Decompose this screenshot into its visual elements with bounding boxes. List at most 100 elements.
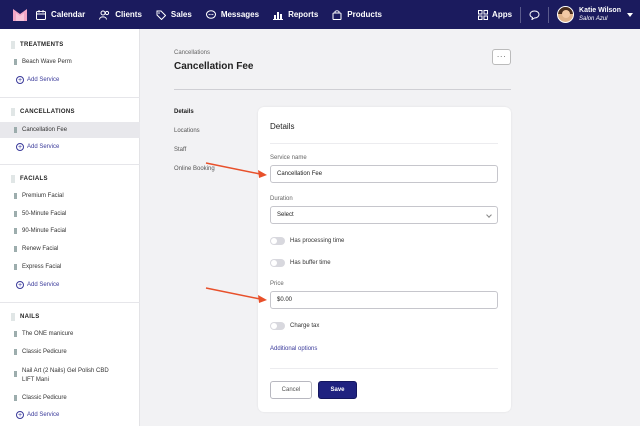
nav-calendar[interactable]: Calendar — [36, 9, 85, 20]
service-item[interactable]: Classic Pedicure — [14, 395, 67, 401]
nav-products[interactable]: Products — [332, 9, 382, 20]
category-cancellations[interactable]: CANCELLATIONS — [11, 108, 75, 116]
service-name-label: Service name — [270, 155, 307, 161]
drag-handle-icon[interactable] — [14, 246, 17, 252]
chat-icon[interactable] — [529, 9, 540, 20]
buffer-time-toggle[interactable] — [270, 259, 285, 267]
add-service-button[interactable]: + Add Service — [16, 411, 59, 419]
duration-select[interactable]: Select — [270, 206, 498, 224]
apps-button[interactable]: Apps — [478, 9, 513, 20]
drag-handle-icon[interactable] — [11, 41, 15, 49]
service-item[interactable]: 50-Minute Facial — [14, 211, 66, 217]
nav-divider — [520, 6, 522, 23]
more-options-button[interactable]: ··· — [492, 49, 511, 65]
details-card: Details Service name Cancellation Fee Du… — [258, 107, 511, 412]
service-name-input[interactable]: Cancellation Fee — [270, 165, 498, 183]
add-service-button[interactable]: + Add Service — [16, 76, 59, 84]
drag-handle-icon[interactable] — [14, 127, 17, 133]
service-item[interactable]: The ONE manicure — [14, 331, 73, 337]
divider — [0, 164, 140, 165]
processing-time-toggle[interactable] — [270, 237, 285, 245]
price-value: $0.00 — [277, 297, 293, 303]
service-label-line1: Nail Art (2 Nails) Gel Polish CBD — [22, 368, 109, 374]
charge-tax-toggle[interactable] — [270, 322, 285, 330]
drag-handle-icon[interactable] — [14, 349, 17, 355]
service-label: 50-Minute Facial — [22, 211, 67, 217]
calendar-icon — [36, 9, 46, 20]
avatar[interactable] — [557, 6, 575, 23]
add-service-button[interactable]: + Add Service — [16, 143, 59, 151]
duration-label: Duration — [270, 196, 293, 202]
grid-icon — [478, 9, 489, 20]
service-label: Nail Art (2 Nails) Gel Polish CBD LIFT Ma… — [22, 367, 109, 385]
subnav-details[interactable]: Details — [174, 109, 194, 115]
drag-handle-icon[interactable] — [11, 175, 15, 183]
subnav-staff[interactable]: Staff — [174, 147, 186, 153]
drag-handle-icon[interactable] — [14, 264, 17, 270]
drag-handle-icon[interactable] — [14, 331, 17, 337]
drag-handle-icon[interactable] — [14, 193, 17, 199]
cancel-button[interactable]: Cancel — [270, 381, 312, 399]
drag-handle-icon[interactable] — [11, 108, 15, 116]
service-label: Express Facial — [22, 264, 62, 270]
add-service-button[interactable]: + Add Service — [16, 281, 59, 289]
bar-chart-icon — [273, 11, 284, 20]
breadcrumb[interactable]: Cancellations — [174, 50, 210, 56]
drag-handle-icon[interactable] — [11, 313, 15, 321]
price-label: Price — [270, 281, 284, 287]
category-label: CANCELLATIONS — [20, 109, 75, 115]
category-label: TREATMENTS — [20, 42, 64, 48]
additional-options-link[interactable]: Additional options — [270, 346, 317, 352]
drag-handle-icon[interactable] — [14, 211, 17, 217]
save-button[interactable]: Save — [318, 381, 357, 399]
processing-time-row: Has processing time — [270, 237, 344, 245]
nav-messages[interactable]: Messages — [205, 9, 260, 20]
apps-label: Apps — [492, 10, 513, 19]
drag-handle-icon[interactable] — [14, 59, 17, 65]
service-item[interactable]: Beach Wave Perm — [14, 59, 72, 65]
plus-circle-icon: + — [16, 143, 24, 151]
add-service-label: Add Service — [27, 77, 60, 83]
service-label: Premium Facial — [22, 193, 64, 199]
nav-clients-label: Clients — [115, 10, 142, 19]
service-item-active[interactable]: Cancellation Fee — [0, 122, 140, 138]
service-item[interactable]: Nail Art (2 Nails) Gel Polish CBD LIFT Ma… — [14, 367, 109, 385]
nav-clients[interactable]: Clients — [99, 10, 142, 20]
category-facials[interactable]: FACIALS — [11, 175, 48, 183]
charge-tax-label: Charge tax — [290, 323, 320, 329]
add-service-label: Add Service — [27, 144, 60, 150]
plus-circle-icon: + — [16, 76, 24, 84]
drag-handle-icon[interactable] — [14, 228, 17, 234]
service-label: The ONE manicure — [22, 331, 74, 337]
drag-handle-icon[interactable] — [14, 395, 17, 401]
user-location: Salon Azul — [579, 15, 608, 22]
category-treatments[interactable]: TREATMENTS — [11, 41, 64, 49]
chevron-down-icon[interactable] — [627, 12, 633, 17]
category-label: FACIALS — [20, 176, 48, 182]
tag-icon — [156, 10, 166, 20]
divider — [0, 302, 140, 303]
nav-sales[interactable]: Sales — [156, 10, 192, 20]
subnav-online-booking[interactable]: Online Booking — [174, 166, 215, 172]
service-item[interactable]: Express Facial — [14, 264, 61, 270]
service-label: 90-Minute Facial — [22, 228, 67, 234]
bag-icon — [332, 9, 342, 20]
service-item[interactable]: 90-Minute Facial — [14, 228, 66, 234]
buffer-time-row: Has buffer time — [270, 259, 331, 267]
drag-handle-icon[interactable] — [14, 371, 17, 377]
user-menu[interactable]: Katie Wilson Salon Azul — [579, 7, 621, 23]
price-input[interactable]: $0.00 — [270, 291, 498, 309]
service-item[interactable]: Premium Facial — [14, 193, 64, 199]
category-nails[interactable]: NAILS — [11, 313, 40, 321]
service-item[interactable]: Classic Pedicure — [14, 349, 67, 355]
nav-reports-label: Reports — [288, 10, 319, 19]
nav-reports[interactable]: Reports — [273, 10, 318, 20]
brand-logo[interactable] — [13, 8, 27, 21]
nav-sales-label: Sales — [170, 10, 192, 19]
processing-time-label: Has processing time — [290, 238, 345, 244]
service-item[interactable]: Renew Facial — [14, 246, 58, 252]
subnav-locations[interactable]: Locations — [174, 128, 200, 134]
nav-products-label: Products — [347, 10, 382, 19]
nav-messages-label: Messages — [220, 10, 260, 19]
divider — [0, 97, 140, 98]
